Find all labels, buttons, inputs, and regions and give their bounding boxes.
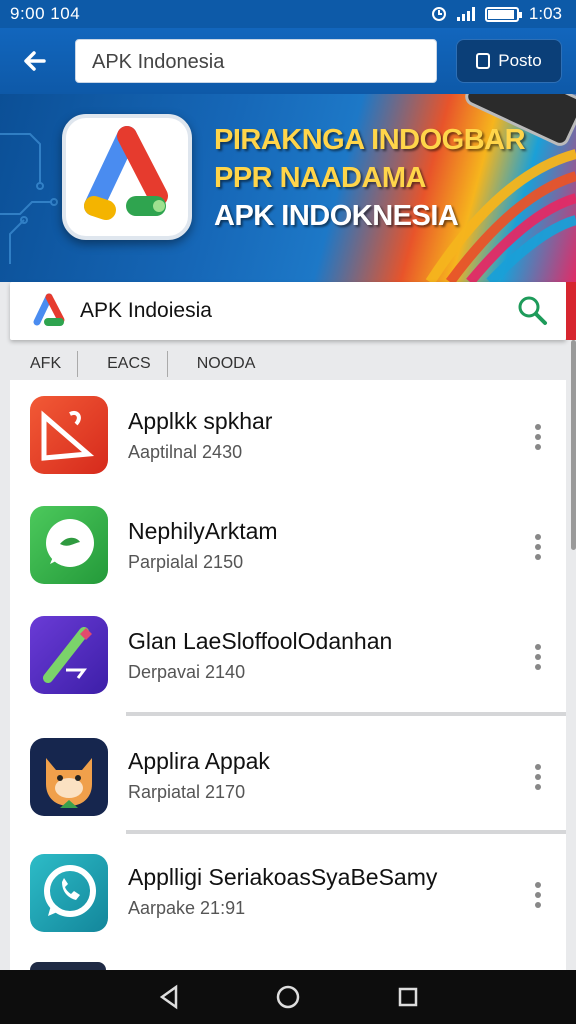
app-bar: APK Indonesia Posto	[0, 28, 576, 94]
list-item[interactable]: Applkk spkhar Aaptilnal 2430	[10, 380, 566, 490]
status-bar: 9:00 104 1:03	[0, 0, 576, 28]
tab-eacs[interactable]: EACS	[77, 351, 167, 377]
search-card-label: APK Indoiesia	[80, 299, 212, 322]
app-search-card[interactable]: APK Indoiesia	[10, 282, 566, 340]
signal-icon	[456, 7, 475, 21]
list-item[interactable]: Applira Appak Rarpiatal 2170	[10, 716, 566, 830]
status-time: 9:00 104	[10, 4, 81, 23]
banner-title-line-2: PPR NAADAMA	[214, 162, 427, 194]
app-name: Applligi SeriakoasSyaBeSamy	[128, 864, 438, 890]
post-icon	[476, 53, 491, 69]
app-name: Applira Appak	[128, 748, 270, 774]
alarm-icon	[431, 7, 446, 21]
more-options-icon[interactable]	[534, 424, 542, 450]
apk-mini-logo-icon	[33, 293, 65, 326]
battery-icon	[484, 6, 522, 22]
phone-bubble-icon	[30, 854, 108, 932]
app-name: Applkk spkhar	[128, 408, 273, 434]
chat-bubble-icon	[30, 506, 108, 584]
app-subtitle: Aaptilnal 2430	[128, 442, 243, 462]
app-name: NephilyArktam	[128, 518, 278, 544]
banner-title-line-3: APK INDOKNESIA	[214, 200, 459, 232]
promo-banner[interactable]: PIRAKNGA INDOGBAR PPR NAADAMA APK INDOKN…	[0, 94, 576, 282]
post-button[interactable]: Posto	[456, 39, 562, 83]
list-item[interactable]: Glan LaeSloffoolOdanhan Derpavai 2140	[10, 600, 566, 712]
app-subtitle: Rarpiatal 2170	[128, 782, 246, 802]
search-input[interactable]: APK Indonesia	[75, 39, 437, 83]
scrollbar[interactable]	[571, 340, 576, 550]
banner-title-line-1: PIRAKNGA INDOGBAR	[214, 124, 526, 156]
list-item[interactable]: Applligi SeriakoasSyaBeSamy Aarpake 21:9…	[10, 834, 566, 960]
partial-app-icon	[30, 962, 106, 970]
nav-home-icon[interactable]	[275, 984, 301, 1010]
system-nav-bar	[0, 970, 576, 1024]
apk-logo-icon	[84, 126, 168, 220]
more-options-icon[interactable]	[534, 644, 542, 670]
status-clock: 1:03	[528, 4, 562, 23]
more-options-icon[interactable]	[534, 764, 542, 790]
nav-back-icon[interactable]	[156, 984, 182, 1010]
post-button-label: Posto	[498, 51, 542, 70]
tab-nooda[interactable]: NOODA	[166, 351, 272, 377]
more-options-icon[interactable]	[534, 534, 542, 560]
cat-icon	[30, 738, 108, 816]
app-subtitle: Derpavai 2140	[128, 662, 246, 682]
apk-logo-tile	[62, 114, 192, 240]
more-options-icon[interactable]	[534, 882, 542, 908]
app-name: Glan LaeSloffoolOdanhan	[128, 628, 393, 654]
red-document-icon	[30, 396, 108, 474]
tab-afk[interactable]: AFK	[0, 355, 77, 373]
pen-icon	[30, 616, 108, 694]
app-subtitle: Parpialal 2150	[128, 552, 244, 572]
nav-recents-icon[interactable]	[395, 984, 421, 1010]
list-item[interactable]: NephilyArktam Parpialal 2150	[10, 490, 566, 600]
accent-bar	[566, 282, 576, 340]
app-subtitle: Aarpake 21:91	[128, 898, 246, 918]
filter-tabs: AFK EACS NOODA	[0, 346, 576, 382]
back-arrow-icon[interactable]	[18, 44, 52, 78]
search-icon[interactable]	[516, 294, 548, 326]
